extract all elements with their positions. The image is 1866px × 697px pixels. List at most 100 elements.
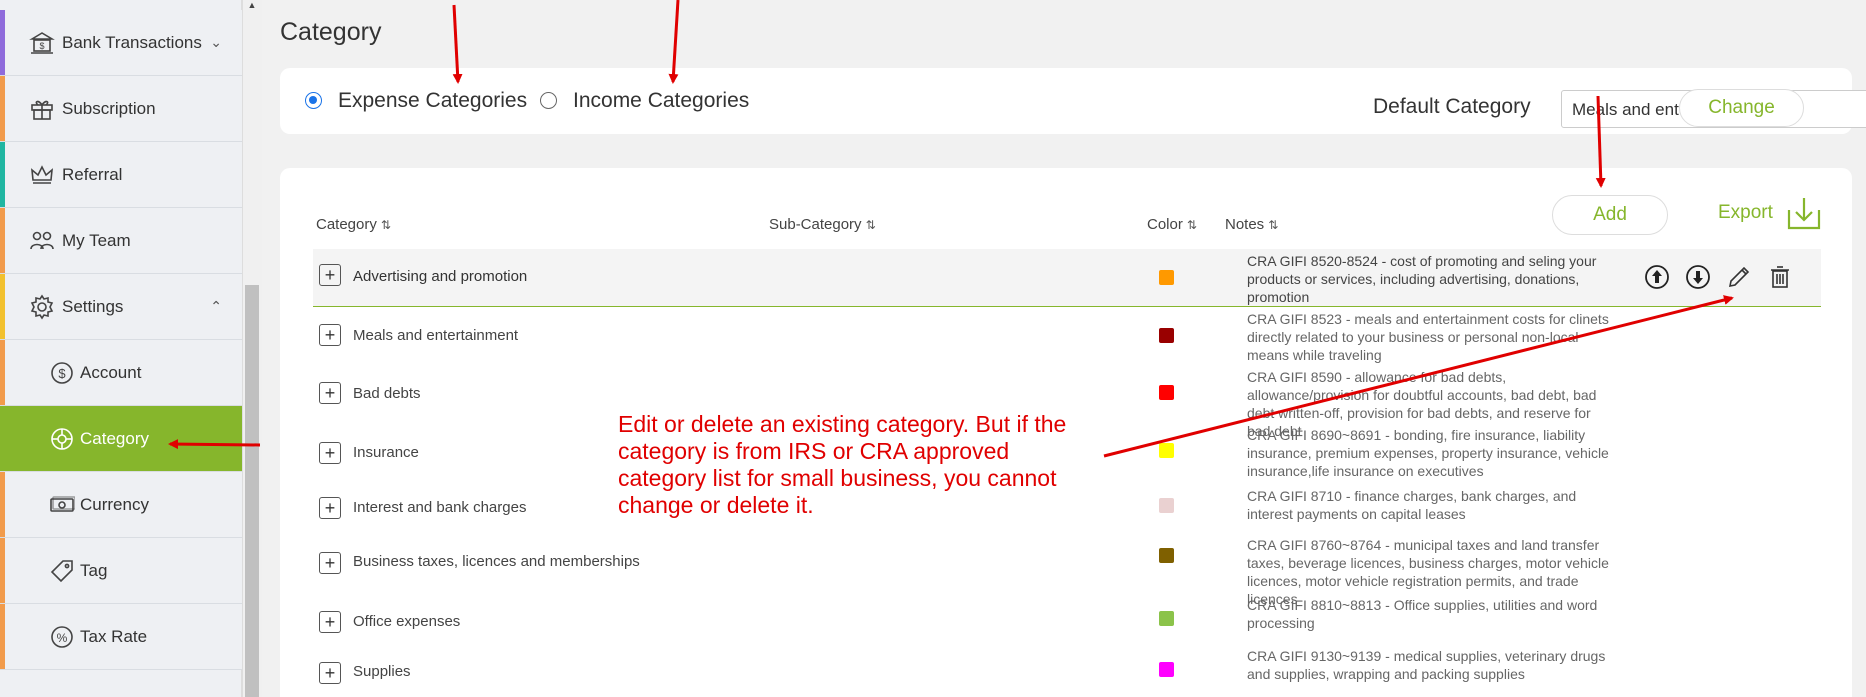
gear-icon — [28, 293, 56, 321]
expense-categories-label[interactable]: Expense Categories — [338, 89, 527, 113]
income-categories-label[interactable]: Income Categories — [573, 89, 749, 113]
change-button[interactable]: Change — [1679, 89, 1804, 127]
annotation-text: Edit or delete an existing category. But… — [618, 411, 1067, 518]
page-title: Category — [280, 18, 382, 46]
sidebar-item-settings[interactable]: Settings ⌃ — [0, 274, 242, 340]
category-icon — [48, 425, 76, 453]
export-label: Export — [1718, 202, 1773, 223]
expand-icon[interactable]: + — [319, 552, 341, 574]
header-label: Sub-Category — [769, 216, 862, 233]
svg-text:%: % — [57, 631, 68, 645]
category-notes: CRA GIFI 9130~9139 - medical supplies, v… — [1247, 648, 1606, 682]
sort-icon: ⇅ — [865, 218, 876, 232]
scroll-up-icon[interactable]: ▲ — [245, 0, 259, 14]
sidebar-stripe — [0, 10, 5, 75]
sidebar-item-label: Currency — [80, 494, 149, 514]
header-label: Category — [316, 216, 377, 233]
expense-categories-radio[interactable] — [305, 92, 322, 109]
color-swatch — [1159, 443, 1174, 458]
sidebar-item-label: Bank Transactions — [62, 32, 202, 52]
table-row[interactable]: + Office expenses CRA GIFI 8810~8813 - O… — [313, 595, 1821, 643]
table-row[interactable]: + Meals and entertainment CRA GIFI 8523 … — [313, 309, 1821, 365]
scrollbar-thumb[interactable] — [245, 285, 259, 697]
category-notes: CRA GIFI 8710 - finance charges, bank ch… — [1247, 488, 1577, 522]
category-filter-card: Expense Categories Income Categories Def… — [280, 68, 1866, 134]
category-name: Supplies — [353, 663, 411, 680]
income-categories-radio[interactable] — [540, 92, 557, 109]
sidebar-item-my-team[interactable]: My Team — [0, 208, 242, 274]
export-button[interactable]: Export — [1718, 196, 1821, 230]
download-icon — [1787, 196, 1821, 230]
sidebar-item-tax-rate[interactable]: % Tax Rate — [0, 604, 242, 670]
sidebar-stripe — [0, 604, 5, 669]
default-category-label: Default Category — [1373, 95, 1531, 118]
sidebar-item-label: My Team — [62, 230, 131, 250]
expand-icon[interactable]: + — [319, 497, 341, 519]
category-notes: CRA GIFI 8810~8813 - Office supplies, ut… — [1247, 597, 1598, 631]
move-up-icon[interactable] — [1643, 263, 1671, 291]
row-actions — [1643, 263, 1794, 291]
color-swatch — [1159, 548, 1174, 563]
category-name: Interest and bank charges — [353, 499, 527, 516]
sidebar-item-label: Tax Rate — [80, 626, 148, 646]
svg-text:$: $ — [39, 41, 44, 51]
sort-icon: ⇅ — [1268, 218, 1279, 232]
sidebar: $ Bank Transactions ⌄ Subscription Refer… — [0, 0, 242, 697]
category-name: Bad debts — [353, 385, 421, 402]
sidebar-stripe — [0, 340, 5, 405]
edit-icon[interactable] — [1725, 263, 1753, 291]
sidebar-item-bank-transactions[interactable]: $ Bank Transactions ⌄ — [0, 10, 242, 76]
category-notes: CRA GIFI 8690~8691 - bonding, fire insur… — [1247, 427, 1609, 479]
chevron-up-icon[interactable]: ⌃ — [210, 298, 222, 315]
column-header-subcategory[interactable]: Sub-Category ⇅ — [769, 216, 876, 233]
sidebar-item-label: Referral — [62, 164, 123, 184]
crown-icon — [28, 161, 56, 189]
sidebar-item-tag[interactable]: Tag — [0, 538, 242, 604]
table-row[interactable]: + Advertising and promotion CRA GIFI 852… — [313, 249, 1821, 307]
color-swatch — [1159, 662, 1174, 677]
dollar-circle-icon: $ — [48, 359, 76, 387]
sidebar-item-category[interactable]: Category — [0, 406, 242, 472]
color-swatch — [1159, 270, 1174, 285]
sidebar-stripe — [0, 274, 5, 339]
column-header-color[interactable]: Color ⇅ — [1147, 216, 1197, 233]
sidebar-item-label: Subscription — [62, 98, 156, 118]
chevron-down-icon[interactable]: ⌄ — [210, 34, 222, 51]
sidebar-item-label: Tag — [80, 560, 108, 580]
color-swatch — [1159, 498, 1174, 513]
color-swatch — [1159, 328, 1174, 343]
table-row[interactable]: + Business taxes, licences and membershi… — [313, 535, 1821, 607]
add-button[interactable]: Add — [1552, 195, 1668, 235]
sort-icon: ⇅ — [380, 218, 391, 232]
sidebar-stripe — [0, 142, 5, 207]
team-icon — [28, 227, 56, 255]
sort-icon: ⇅ — [1186, 218, 1197, 232]
header-label: Notes — [1225, 216, 1265, 233]
column-header-notes[interactable]: Notes ⇅ — [1225, 216, 1278, 233]
expand-icon[interactable]: + — [319, 611, 341, 633]
expand-icon[interactable]: + — [319, 324, 341, 346]
move-down-icon[interactable] — [1684, 263, 1712, 291]
svg-text:$: $ — [58, 366, 66, 381]
sidebar-item-subscription[interactable]: Subscription — [0, 76, 242, 142]
expand-icon[interactable]: + — [319, 264, 341, 286]
currency-icon — [48, 491, 76, 519]
expand-icon[interactable]: + — [319, 382, 341, 404]
column-header-category[interactable]: Category ⇅ — [316, 216, 391, 233]
table-row[interactable]: + Supplies CRA GIFI 9130~9139 - medical … — [313, 646, 1821, 694]
color-swatch — [1159, 611, 1174, 626]
category-notes: CRA GIFI 8520-8524 - cost of promoting a… — [1247, 253, 1597, 305]
category-name: Insurance — [353, 444, 419, 461]
sidebar-item-currency[interactable]: Currency — [0, 472, 242, 538]
sidebar-item-account[interactable]: $ Account — [0, 340, 242, 406]
expand-icon[interactable]: + — [319, 442, 341, 464]
sidebar-item-referral[interactable]: Referral — [0, 142, 242, 208]
color-swatch — [1159, 385, 1174, 400]
category-name: Business taxes, licences and memberships — [353, 553, 640, 570]
header-label: Color — [1147, 216, 1183, 233]
sidebar-item-label: Settings — [62, 296, 124, 316]
delete-icon[interactable] — [1766, 263, 1794, 291]
tag-icon — [48, 557, 76, 585]
category-name: Advertising and promotion — [353, 268, 528, 285]
expand-icon[interactable]: + — [319, 662, 341, 684]
